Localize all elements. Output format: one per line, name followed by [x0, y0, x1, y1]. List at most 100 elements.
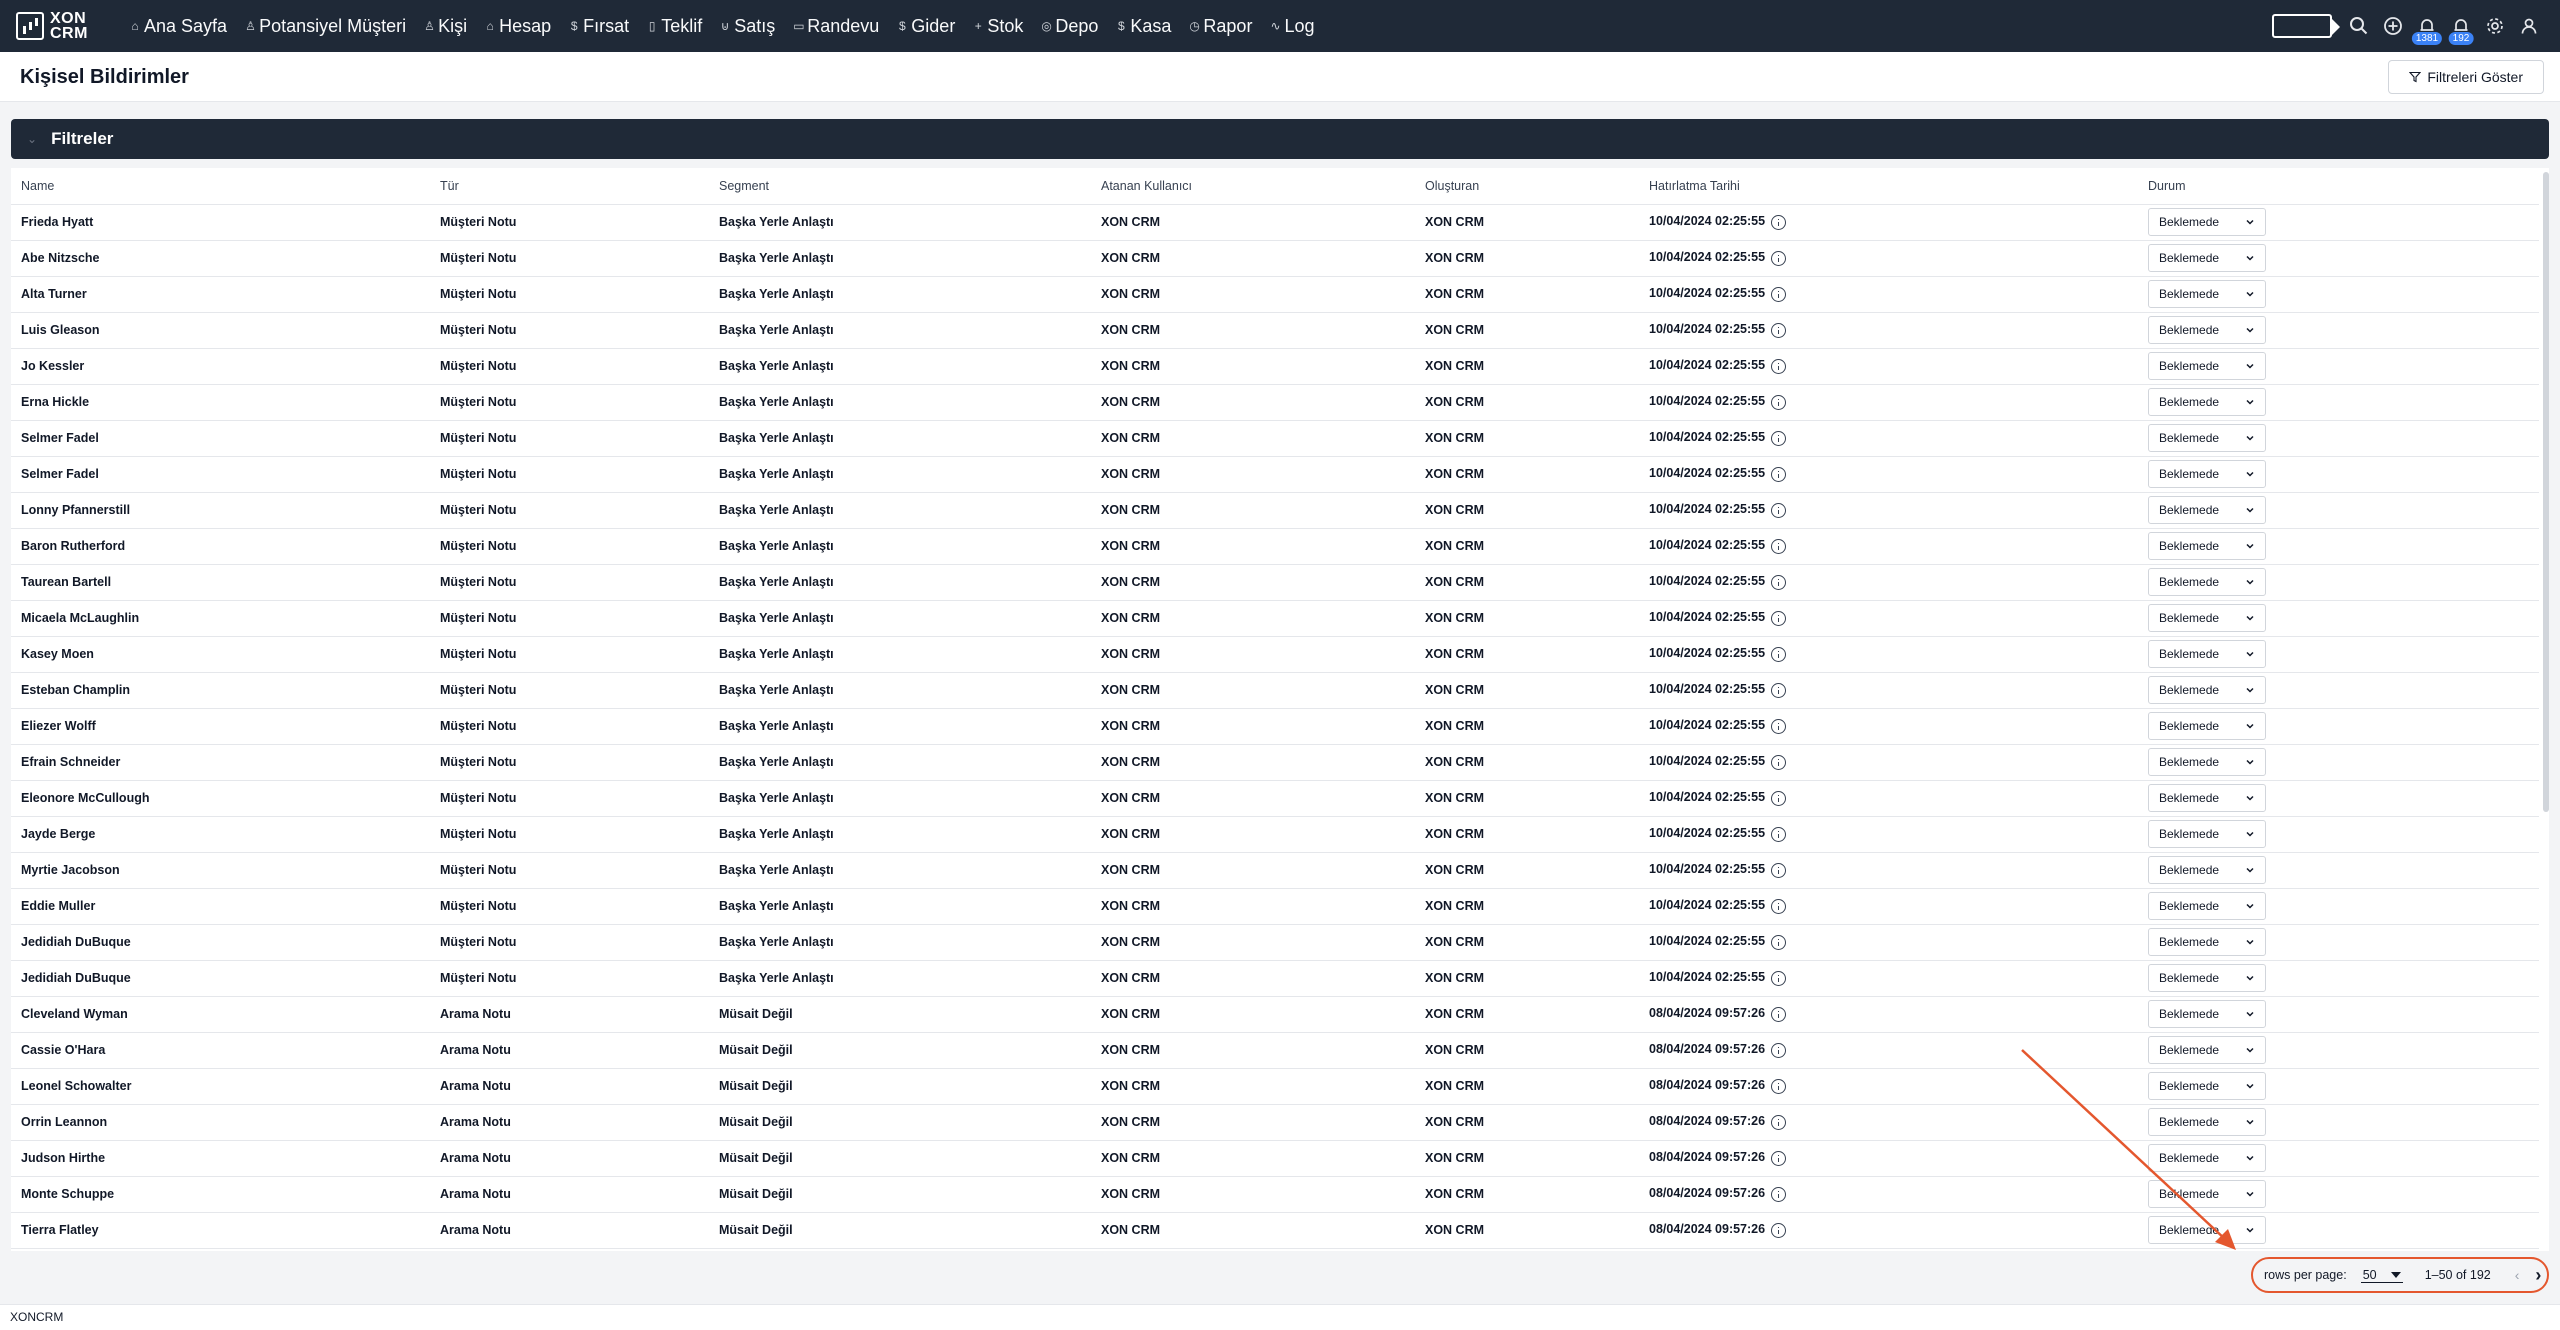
status-select[interactable]: Beklemede	[2148, 352, 2266, 380]
info-icon[interactable]	[1771, 790, 1787, 806]
table-row[interactable]: Eliezer Wolff Müşteri Notu Başka Yerle Anl…	[11, 708, 2539, 745]
column-header[interactable]: Name	[11, 168, 430, 205]
table-row[interactable]: Erna Hickle Müşteri Notu Başka Yerle Anlaş…	[11, 384, 2539, 421]
view-toggle-icon[interactable]	[2272, 14, 2340, 38]
column-header[interactable]: Tür	[430, 168, 709, 205]
message-bell-icon[interactable]: 192	[2444, 9, 2478, 45]
table-row[interactable]: Leonel Schowalter Arama Notu Müsait Değil X…	[11, 1068, 2539, 1105]
column-header[interactable]: Oluşturan	[1415, 168, 1639, 205]
table-row[interactable]: Kasey Moen Müşteri Notu Başka Yerle Anlaşt…	[11, 636, 2539, 673]
status-select[interactable]: Beklemede	[2148, 712, 2266, 740]
status-select[interactable]: Beklemede	[2148, 1036, 2266, 1064]
table-row[interactable]: Jo Kessler Müşteri Notu Başka Yerle Anlaşt…	[11, 348, 2539, 385]
info-icon[interactable]	[1771, 1150, 1787, 1166]
table-row[interactable]: Selmer Fadel Müşteri Notu Başka Yerle Anla…	[11, 420, 2539, 457]
info-icon[interactable]	[1771, 286, 1787, 302]
info-icon[interactable]	[1771, 754, 1787, 770]
show-filters-button[interactable]: Filtreleri Göster	[2388, 60, 2544, 94]
next-page-button[interactable]: ›	[2535, 1265, 2541, 1286]
status-select[interactable]: Beklemede	[2148, 892, 2266, 920]
nav-item-1[interactable]: ♙ Potansiyel Müşteri	[245, 16, 406, 37]
info-icon[interactable]	[1771, 682, 1787, 698]
info-icon[interactable]	[1771, 862, 1787, 878]
info-icon[interactable]	[1771, 322, 1787, 338]
nav-item-12[interactable]: ◷ Rapor	[1189, 16, 1252, 37]
nav-item-7[interactable]: ▭ Randevu	[793, 16, 879, 37]
info-icon[interactable]	[1771, 502, 1787, 518]
table-row[interactable]: Tierra Flatley Arama Notu Müsait Değil XON …	[11, 1212, 2539, 1249]
status-select[interactable]: Beklemede	[2148, 748, 2266, 776]
nav-item-10[interactable]: ◎ Depo	[1041, 16, 1098, 37]
table-row[interactable]: Micaela McLaughlin Müşteri Notu Başka Yerl…	[11, 600, 2539, 637]
column-header[interactable]: Atanan Kullanıcı	[1091, 168, 1415, 205]
info-icon[interactable]	[1771, 1042, 1787, 1058]
table-row[interactable]: Myrtie Jacobson Müşteri Notu Başka Yerle A…	[11, 852, 2539, 889]
status-select[interactable]: Beklemede	[2148, 820, 2266, 848]
info-icon[interactable]	[1771, 214, 1787, 230]
nav-item-5[interactable]: ▯ Teklif	[647, 16, 702, 37]
table-row[interactable]: Frieda Hyatt Müşteri Notu Başka Yerle Anla…	[11, 204, 2539, 241]
table-row[interactable]: Orrin Leannon Arama Notu Müsait Değil XON C…	[11, 1104, 2539, 1141]
nav-item-0[interactable]: ⌂ Ana Sayfa	[130, 16, 227, 37]
info-icon[interactable]	[1771, 250, 1787, 266]
nav-item-6[interactable]: ⊍ Satış	[720, 16, 775, 37]
settings-gear-icon[interactable]	[2478, 9, 2512, 43]
nav-item-8[interactable]: $ Gider	[897, 16, 955, 37]
search-icon[interactable]	[2342, 9, 2376, 43]
status-select[interactable]: Beklemede	[2148, 1144, 2266, 1172]
table-row[interactable]: Cassie O'Hara Arama Notu Müsait Değil XON C…	[11, 1032, 2539, 1069]
table-row[interactable]: Eleonore McCullough Müşteri Notu Başka Yer…	[11, 780, 2539, 817]
status-select[interactable]: Beklemede	[2148, 856, 2266, 884]
info-icon[interactable]	[1771, 574, 1787, 590]
status-select[interactable]: Beklemede	[2148, 1180, 2266, 1208]
status-select[interactable]: Beklemede	[2148, 532, 2266, 560]
table-row[interactable]: Eddie Muller Müşteri Notu Başka Yerle Anla…	[11, 888, 2539, 925]
status-select[interactable]: Beklemede	[2148, 928, 2266, 956]
info-icon[interactable]	[1771, 466, 1787, 482]
info-icon[interactable]	[1771, 898, 1787, 914]
table-scrollbar[interactable]	[2543, 172, 2549, 812]
info-icon[interactable]	[1771, 610, 1787, 626]
status-select[interactable]: Beklemede	[2148, 964, 2266, 992]
info-icon[interactable]	[1771, 970, 1787, 986]
column-header[interactable]: Hatırlatma Tarihi	[1639, 168, 2138, 205]
info-icon[interactable]	[1771, 646, 1787, 662]
status-select[interactable]: Beklemede	[2148, 496, 2266, 524]
table-row[interactable]: Jedidiah DuBuque Müşteri Notu Başka Yerle …	[11, 924, 2539, 961]
add-circle-icon[interactable]	[2376, 9, 2410, 43]
info-icon[interactable]	[1771, 1222, 1787, 1238]
info-icon[interactable]	[1771, 538, 1787, 554]
status-select[interactable]: Beklemede	[2148, 1108, 2266, 1136]
status-select[interactable]: Beklemede	[2148, 640, 2266, 668]
info-icon[interactable]	[1771, 430, 1787, 446]
rows-per-page-select[interactable]: 50	[2360, 1268, 2403, 1283]
nav-item-9[interactable]: + Stok	[973, 16, 1024, 37]
info-icon[interactable]	[1771, 1006, 1787, 1022]
info-icon[interactable]	[1771, 826, 1787, 842]
table-row[interactable]: Baron Rutherford Müşteri Notu Başka Yerle …	[11, 528, 2539, 565]
status-select[interactable]: Beklemede	[2148, 388, 2266, 416]
table-row[interactable]: Jedidiah DuBuque Müşteri Notu Başka Yerle …	[11, 960, 2539, 997]
column-header[interactable]: Segment	[709, 168, 1091, 205]
info-icon[interactable]	[1771, 1114, 1787, 1130]
previous-page-button[interactable]: ‹	[2515, 1267, 2520, 1283]
status-select[interactable]: Beklemede	[2148, 460, 2266, 488]
filters-panel-header[interactable]: ⌄ Filtreler	[11, 119, 2549, 159]
info-icon[interactable]	[1771, 1186, 1787, 1202]
table-row[interactable]: Selmer Fadel Müşteri Notu Başka Yerle Anla…	[11, 456, 2539, 493]
status-select[interactable]: Beklemede	[2148, 424, 2266, 452]
table-row[interactable]: Jayde Berge Müşteri Notu Başka Yerle Anlaş…	[11, 816, 2539, 853]
status-select[interactable]: Beklemede	[2148, 568, 2266, 596]
status-select[interactable]: Beklemede	[2148, 280, 2266, 308]
table-row[interactable]: Abe Nitzsche Müşteri Notu Başka Yerle Anla…	[11, 240, 2539, 277]
info-icon[interactable]	[1771, 718, 1787, 734]
nav-item-13[interactable]: ∿ Log	[1270, 16, 1314, 37]
nav-item-2[interactable]: ♙ Kişi	[424, 16, 467, 37]
status-select[interactable]: Beklemede	[2148, 1216, 2266, 1244]
info-icon[interactable]	[1771, 358, 1787, 374]
user-profile-icon[interactable]	[2512, 9, 2546, 43]
info-icon[interactable]	[1771, 1078, 1787, 1094]
app-logo[interactable]: XON CRM	[16, 11, 100, 42]
table-row[interactable]: Monte Schuppe Arama Notu Müsait Değil XON C…	[11, 1176, 2539, 1213]
table-row[interactable]: Luis Gleason Müşteri Notu Başka Yerle Anla…	[11, 312, 2539, 349]
